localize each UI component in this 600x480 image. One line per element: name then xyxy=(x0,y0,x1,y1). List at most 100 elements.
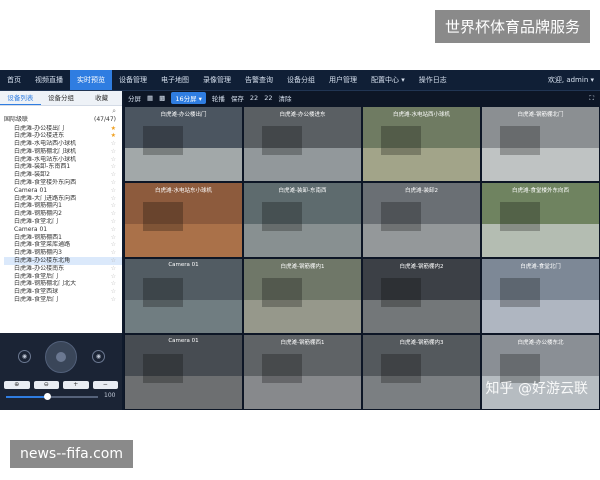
camera-tile[interactable]: 白虎滩-钢筋棚西1 xyxy=(244,335,361,409)
device-item[interactable]: 白虎滩-办公楼进东 ★ xyxy=(4,132,122,140)
device-item[interactable]: Camera 01 ☆ xyxy=(4,187,122,195)
favorite-star-icon[interactable]: ☆ xyxy=(111,241,116,249)
device-item[interactable]: 白虎滩-食堂西球 ☆ xyxy=(4,288,122,296)
sidebar-tab[interactable]: 收藏 xyxy=(81,91,122,105)
ptz-button[interactable]: − xyxy=(92,381,118,389)
favorite-star-icon[interactable]: ☆ xyxy=(111,257,116,265)
device-item[interactable]: 白虎滩-水电站东小球机 ☆ xyxy=(4,156,122,164)
device-item[interactable]: 白虎滩-钢筋棚北门北大 ☆ xyxy=(4,280,122,288)
camera-tile[interactable]: 白虎滩-装卸-东南西 xyxy=(244,183,361,257)
favorite-star-icon[interactable]: ☆ xyxy=(111,202,116,210)
favorite-star-icon[interactable]: ☆ xyxy=(111,140,116,148)
nav-item[interactable]: 电子地图 xyxy=(154,70,196,90)
device-item[interactable]: 白虎滩-食堂菜库通路 ☆ xyxy=(4,241,122,249)
grid-icon[interactable]: ▦ xyxy=(147,94,153,102)
slider-knob[interactable] xyxy=(44,393,52,400)
favorite-star-icon[interactable]: ☆ xyxy=(111,179,116,187)
ptz-button[interactable]: + xyxy=(63,381,89,389)
ptz-button[interactable]: ⊕ xyxy=(4,381,30,389)
camera-tile[interactable]: 白虎滩-水电站东小球机 xyxy=(125,183,242,257)
camera-tile[interactable]: Camera 01 xyxy=(125,335,242,409)
device-item[interactable]: 白虎滩-办公楼南东 ☆ xyxy=(4,265,122,273)
favorite-star-icon[interactable]: ☆ xyxy=(111,296,116,304)
camera-tile[interactable]: 白虎滩-钢筋棚北门 xyxy=(482,107,599,181)
camera-tile[interactable]: 白虎滩-水电站西小球机 xyxy=(363,107,480,181)
device-item[interactable]: 白虎滩-大门进路东向西 ☆ xyxy=(4,195,122,203)
grid-alt-icon[interactable]: ▩ xyxy=(159,94,165,102)
rotate-button[interactable]: 轮播 xyxy=(212,93,225,103)
ptz-joystick[interactable] xyxy=(45,341,77,373)
device-search[interactable]: ⌕ xyxy=(0,106,122,116)
device-item[interactable]: 白虎滩-办公楼东北角 ☆ xyxy=(4,257,122,265)
favorite-star-icon[interactable]: ★ xyxy=(111,132,116,140)
favorite-star-icon[interactable]: ☆ xyxy=(111,226,116,234)
favorite-star-icon[interactable]: ★ xyxy=(111,125,116,133)
camera-tile[interactable]: 白虎滩-食堂北门 xyxy=(482,259,599,333)
favorite-star-icon[interactable]: ☆ xyxy=(111,273,116,281)
value-b[interactable]: 22 xyxy=(264,94,272,102)
sidebar-tab[interactable]: 设备分组 xyxy=(41,91,82,105)
clear-button[interactable]: 清除 xyxy=(278,93,291,103)
split-select[interactable]: 16分屏 ▾ xyxy=(171,92,206,104)
ptz-zoom-left-icon[interactable]: ◉ xyxy=(18,350,31,363)
device-item[interactable]: 白虎滩-钢筋棚西1 ☆ xyxy=(4,234,122,242)
favorite-star-icon[interactable]: ☆ xyxy=(111,171,116,179)
camera-tile[interactable]: 白虎滩-钢筋棚内1 xyxy=(244,259,361,333)
device-item[interactable]: 白虎滩-食堂后门 ☆ xyxy=(4,273,122,281)
save-button[interactable]: 保存 xyxy=(231,93,244,103)
favorite-star-icon[interactable]: ☆ xyxy=(111,187,116,195)
fullscreen-icon[interactable]: ⛶ xyxy=(589,94,600,103)
nav-item[interactable]: 设备分组 xyxy=(280,70,322,90)
nav-item[interactable]: 首页 xyxy=(0,70,28,90)
ptz-speed-slider[interactable] xyxy=(6,393,98,400)
favorite-star-icon[interactable]: ☆ xyxy=(111,249,116,257)
user-menu[interactable]: 欢迎, admin ▾ xyxy=(548,75,600,85)
device-item[interactable]: 白虎滩-钢筋棚内3 ☆ xyxy=(4,249,122,257)
device-item[interactable]: 白虎滩-钢筋棚北门球机 ☆ xyxy=(4,148,122,156)
nav-item[interactable]: 视频直播 xyxy=(28,70,70,90)
nav-item[interactable]: 告警查询 xyxy=(238,70,280,90)
device-item[interactable]: Camera 01 ☆ xyxy=(4,226,122,234)
device-item[interactable]: 白虎滩-食堂楼外东向西 ☆ xyxy=(4,179,122,187)
camera-label: 白虎滩-装卸-东南西 xyxy=(278,188,327,194)
camera-tile[interactable]: Camera 01 xyxy=(125,259,242,333)
nav-item[interactable]: 配置中心 ▾ xyxy=(364,70,412,90)
device-item[interactable]: 白虎滩-钢筋棚内2 ☆ xyxy=(4,210,122,218)
nav-item[interactable]: 设备管理 xyxy=(112,70,154,90)
device-item[interactable]: 白虎滩-食堂北门 ☆ xyxy=(4,218,122,226)
tree-root[interactable]: 国际级联 (47/47) xyxy=(4,116,122,125)
camera-tile[interactable]: 白虎滩-办公楼进东 xyxy=(244,107,361,181)
device-label: 白虎滩-食堂菜库通路 xyxy=(14,241,71,249)
favorite-star-icon[interactable]: ☆ xyxy=(111,163,116,171)
favorite-star-icon[interactable]: ☆ xyxy=(111,265,116,273)
device-item[interactable]: 白虎滩-办公楼出门 ★ xyxy=(4,125,122,133)
favorite-star-icon[interactable]: ☆ xyxy=(111,280,116,288)
search-icon[interactable]: ⌕ xyxy=(112,107,116,116)
sidebar-tab[interactable]: 设备列表 xyxy=(0,91,41,105)
nav-item[interactable]: 录像管理 xyxy=(196,70,238,90)
camera-tile[interactable]: 白虎滩-食堂楼外东向西 xyxy=(482,183,599,257)
device-item[interactable]: 白虎滩-食堂后门 ☆ xyxy=(4,296,122,304)
device-item[interactable]: 白虎滩-装卸2 ☆ xyxy=(4,171,122,179)
camera-tile[interactable]: 白虎滩-钢筋棚内2 xyxy=(363,259,480,333)
device-item[interactable]: 白虎滩-水电站西小球机 ☆ xyxy=(4,140,122,148)
camera-label: 白虎滩-钢筋棚内2 xyxy=(399,264,444,270)
favorite-star-icon[interactable]: ☆ xyxy=(111,195,116,203)
value-a[interactable]: 22 xyxy=(250,94,258,102)
favorite-star-icon[interactable]: ☆ xyxy=(111,210,116,218)
favorite-star-icon[interactable]: ☆ xyxy=(111,288,116,296)
nav-item[interactable]: 操作日志 xyxy=(412,70,454,90)
ptz-zoom-right-icon[interactable]: ◉ xyxy=(92,350,105,363)
nav-item[interactable]: 实时预览 xyxy=(70,70,112,90)
camera-tile[interactable]: 白虎滩-办公楼出门 xyxy=(125,107,242,181)
favorite-star-icon[interactable]: ☆ xyxy=(111,148,116,156)
camera-tile[interactable]: 白虎滩-钢筋棚内3 xyxy=(363,335,480,409)
favorite-star-icon[interactable]: ☆ xyxy=(111,234,116,242)
ptz-button[interactable]: ⊖ xyxy=(33,381,59,389)
device-item[interactable]: 白虎滩-钢筋棚内1 ☆ xyxy=(4,202,122,210)
device-item[interactable]: 白虎滩-装卸-东南西1 ☆ xyxy=(4,163,122,171)
favorite-star-icon[interactable]: ☆ xyxy=(111,218,116,226)
favorite-star-icon[interactable]: ☆ xyxy=(111,156,116,164)
camera-tile[interactable]: 白虎滩-装卸2 xyxy=(363,183,480,257)
nav-item[interactable]: 用户管理 xyxy=(322,70,364,90)
